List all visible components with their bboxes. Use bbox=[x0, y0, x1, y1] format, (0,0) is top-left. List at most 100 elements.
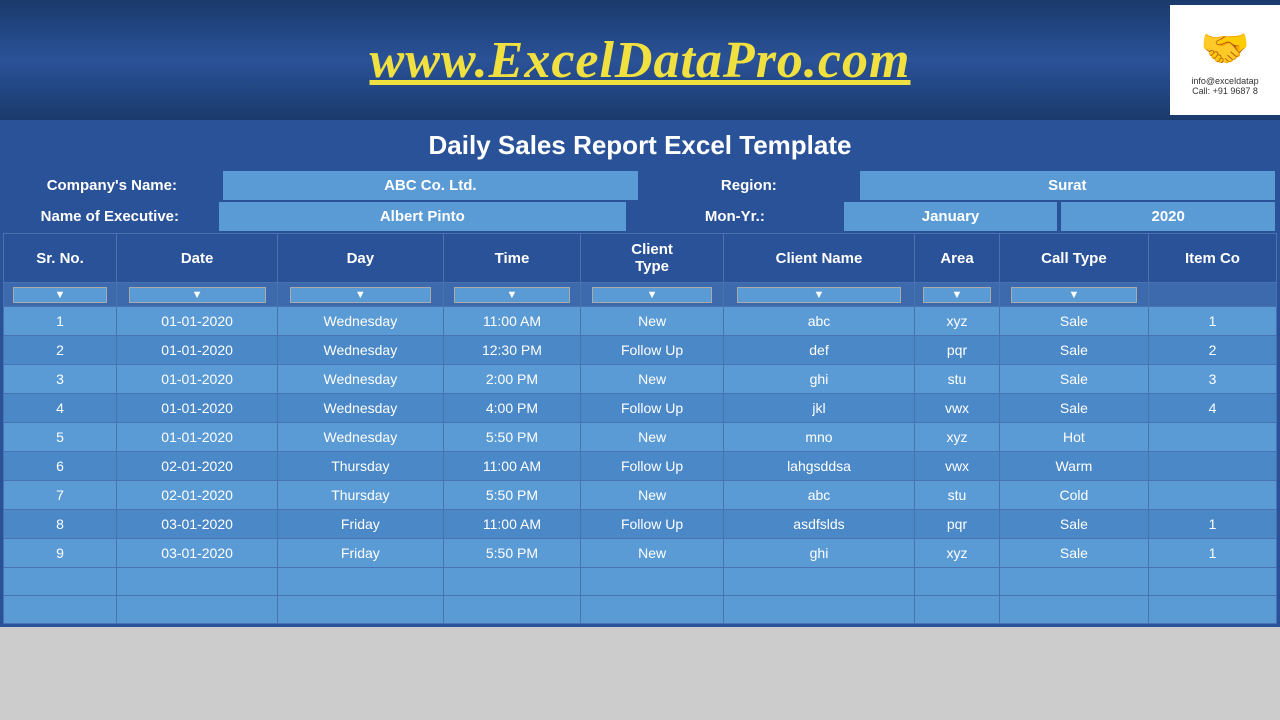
table-cell: Wednesday bbox=[278, 423, 443, 452]
table-row: 301-01-2020Wednesday2:00 PMNewghistuSale… bbox=[4, 365, 1277, 394]
table-cell: 03-01-2020 bbox=[117, 510, 278, 539]
empty-cell bbox=[723, 568, 914, 596]
table-cell: Wednesday bbox=[278, 394, 443, 423]
col-date: Date bbox=[117, 234, 278, 283]
table-cell: stu bbox=[915, 365, 1000, 394]
table-cell: Sale bbox=[999, 539, 1148, 568]
empty-cell bbox=[443, 568, 581, 596]
table-cell: abc bbox=[723, 481, 914, 510]
table-cell: 5:50 PM bbox=[443, 481, 581, 510]
table-cell: Wednesday bbox=[278, 307, 443, 336]
table-cell: vwx bbox=[915, 394, 1000, 423]
filter-time-btn[interactable]: ▼ bbox=[454, 287, 570, 303]
table-cell: Wednesday bbox=[278, 365, 443, 394]
report-title: Daily Sales Report Excel Template bbox=[0, 120, 1280, 171]
table-cell: 02-01-2020 bbox=[117, 481, 278, 510]
table-cell: lahgsddsa bbox=[723, 452, 914, 481]
logo-icon: 🤝 bbox=[1200, 25, 1250, 72]
table-cell: 11:00 AM bbox=[443, 452, 581, 481]
filter-date[interactable]: ▼ bbox=[117, 283, 278, 307]
table-cell: 2:00 PM bbox=[443, 365, 581, 394]
table-row: 401-01-2020Wednesday4:00 PMFollow Upjklv… bbox=[4, 394, 1277, 423]
table-cell: 2 bbox=[4, 336, 117, 365]
executive-value: Albert Pinto bbox=[219, 202, 628, 231]
filter-area[interactable]: ▼ bbox=[915, 283, 1000, 307]
empty-cell bbox=[915, 568, 1000, 596]
empty-cell bbox=[915, 596, 1000, 624]
table-row: 903-01-2020Friday5:50 PMNewghixyzSale1 bbox=[4, 539, 1277, 568]
company-label: Company's Name: bbox=[3, 171, 223, 200]
filter-call-type-btn[interactable]: ▼ bbox=[1011, 287, 1137, 303]
company-info-container: Company's Name: ABC Co. Ltd. Region: Sur… bbox=[0, 171, 1280, 627]
table-cell: 1 bbox=[1148, 510, 1276, 539]
filter-srno[interactable]: ▼ bbox=[4, 283, 117, 307]
executive-row: Name of Executive: Albert Pinto Mon-Yr.:… bbox=[3, 202, 1277, 233]
table-cell bbox=[1148, 423, 1276, 452]
logo-info: info@exceldatapCall: +91 9687 8 bbox=[1191, 76, 1258, 96]
table-cell: 01-01-2020 bbox=[117, 394, 278, 423]
table-cell: 12:30 PM bbox=[443, 336, 581, 365]
table-cell: 02-01-2020 bbox=[117, 452, 278, 481]
col-time: Time bbox=[443, 234, 581, 283]
logo-box: 🤝 info@exceldatapCall: +91 9687 8 bbox=[1170, 5, 1280, 115]
table-cell: stu bbox=[915, 481, 1000, 510]
mon-yr-value: January bbox=[844, 202, 1060, 231]
table-cell: Follow Up bbox=[581, 452, 723, 481]
table-cell: ghi bbox=[723, 365, 914, 394]
table-cell: abc bbox=[723, 307, 914, 336]
table-cell: 01-01-2020 bbox=[117, 336, 278, 365]
table-cell: Follow Up bbox=[581, 394, 723, 423]
filter-client-type[interactable]: ▼ bbox=[581, 283, 723, 307]
empty-cell bbox=[278, 596, 443, 624]
table-cell: 3 bbox=[1148, 365, 1276, 394]
table-cell: 4 bbox=[1148, 394, 1276, 423]
table-cell: Follow Up bbox=[581, 336, 723, 365]
table-cell: 1 bbox=[1148, 539, 1276, 568]
empty-cell bbox=[999, 568, 1148, 596]
table-cell: 5:50 PM bbox=[443, 539, 581, 568]
table-cell: 4:00 PM bbox=[443, 394, 581, 423]
table-row: 501-01-2020Wednesday5:50 PMNewmnoxyzHot bbox=[4, 423, 1277, 452]
filter-day-btn[interactable]: ▼ bbox=[290, 287, 431, 303]
empty-cell bbox=[4, 568, 117, 596]
filter-row[interactable]: ▼ ▼ ▼ ▼ ▼ ▼ ▼ ▼ bbox=[4, 283, 1277, 307]
empty-cell bbox=[723, 596, 914, 624]
table-cell: Sale bbox=[999, 336, 1148, 365]
col-client-type: ClientType bbox=[581, 234, 723, 283]
table-cell: Warm bbox=[999, 452, 1148, 481]
table-body: 101-01-2020Wednesday11:00 AMNewabcxyzSal… bbox=[4, 307, 1277, 624]
filter-area-btn[interactable]: ▼ bbox=[923, 287, 991, 303]
col-area: Area bbox=[915, 234, 1000, 283]
table-cell: 01-01-2020 bbox=[117, 423, 278, 452]
filter-client-type-btn[interactable]: ▼ bbox=[592, 287, 712, 303]
table-cell: New bbox=[581, 539, 723, 568]
table-row: 702-01-2020Thursday5:50 PMNewabcstuCold bbox=[4, 481, 1277, 510]
table-cell: Sale bbox=[999, 394, 1148, 423]
filter-srno-btn[interactable]: ▼ bbox=[13, 287, 107, 303]
table-cell: Wednesday bbox=[278, 336, 443, 365]
table-cell: 4 bbox=[4, 394, 117, 423]
table-cell: pqr bbox=[915, 510, 1000, 539]
executive-label: Name of Executive: bbox=[3, 202, 219, 231]
filter-date-btn[interactable]: ▼ bbox=[129, 287, 266, 303]
empty-row bbox=[4, 568, 1277, 596]
table-cell: 11:00 AM bbox=[443, 510, 581, 539]
table-cell: 9 bbox=[4, 539, 117, 568]
filter-client-name-btn[interactable]: ▼ bbox=[737, 287, 901, 303]
table-cell: def bbox=[723, 336, 914, 365]
table-cell: ghi bbox=[723, 539, 914, 568]
filter-day[interactable]: ▼ bbox=[278, 283, 443, 307]
region-label: Region: bbox=[640, 171, 860, 200]
company-value: ABC Co. Ltd. bbox=[223, 171, 640, 200]
table-cell: Hot bbox=[999, 423, 1148, 452]
table-cell bbox=[1148, 452, 1276, 481]
empty-row bbox=[4, 596, 1277, 624]
table-cell: 6 bbox=[4, 452, 117, 481]
filter-client-name[interactable]: ▼ bbox=[723, 283, 914, 307]
empty-cell bbox=[443, 596, 581, 624]
filter-time[interactable]: ▼ bbox=[443, 283, 581, 307]
filter-call-type[interactable]: ▼ bbox=[999, 283, 1148, 307]
filter-item-code[interactable] bbox=[1148, 283, 1276, 307]
year-value: 2020 bbox=[1059, 202, 1277, 231]
table-cell bbox=[1148, 481, 1276, 510]
